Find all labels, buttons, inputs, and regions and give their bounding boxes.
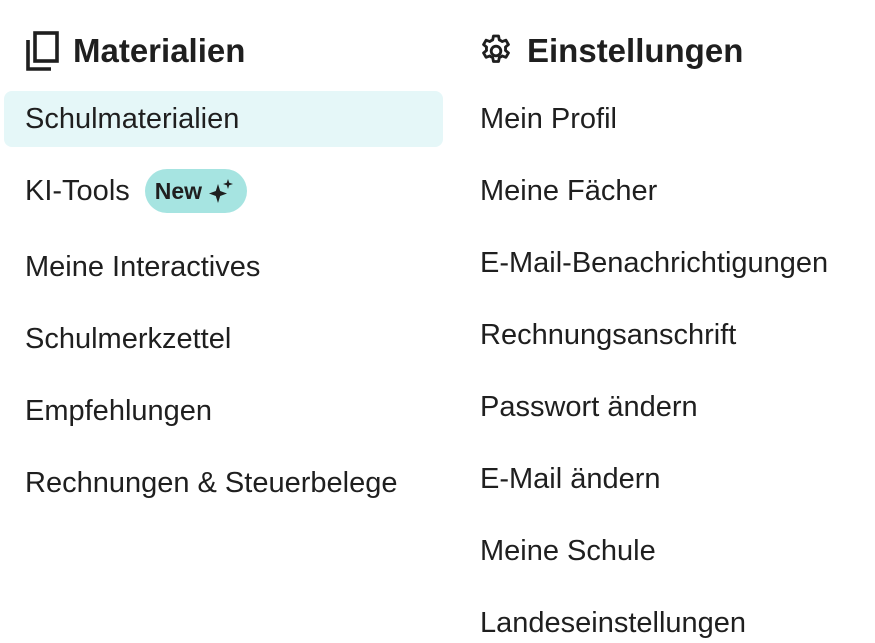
menu-item-label: Mein Profil [480, 102, 617, 135]
menu-item-label: E-Mail-Benachrichtigungen [480, 246, 829, 279]
account-menu: Materialien Schulmaterialien KI-Tools Ne… [0, 0, 875, 643]
menu-item-label: Passwort ändern [480, 390, 698, 423]
menu-item-label: Landeseinstellungen [480, 606, 747, 639]
menu-item-label: Rechnungsanschrift [480, 318, 737, 351]
menu-item-rechnungsanschrift[interactable]: Rechnungsanschrift [462, 307, 875, 363]
menu-item-schulmerkzettel[interactable]: Schulmerkzettel [4, 311, 443, 367]
menu-item-meine-faecher[interactable]: Meine Fächer [462, 163, 875, 219]
sparkle-icon [208, 178, 234, 204]
menu-item-meine-interactives[interactable]: Meine Interactives [4, 239, 443, 295]
menu-item-rechnungen-steuerbelege[interactable]: Rechnungen & Steuerbelege [4, 455, 443, 511]
gear-icon [478, 31, 514, 71]
menu-item-meine-schule[interactable]: Meine Schule [462, 523, 875, 579]
new-badge: New [144, 169, 248, 213]
menu-item-email-benachrichtigungen[interactable]: E-Mail-Benachrichtigungen [462, 235, 875, 291]
materials-heading: Materialien [24, 28, 245, 74]
menu-item-label: Rechnungen & Steuerbelege [25, 466, 398, 499]
menu-item-label: KI-Tools [25, 174, 130, 207]
menu-item-landeseinstellungen[interactable]: Landeseinstellungen [462, 595, 875, 643]
menu-item-passwort-aendern[interactable]: Passwort ändern [462, 379, 875, 435]
menu-item-label: Schulmerkzettel [25, 322, 232, 355]
menu-item-ki-tools[interactable]: KI-Tools New [4, 163, 443, 219]
menu-item-email-aendern[interactable]: E-Mail ändern [462, 451, 875, 507]
menu-item-empfehlungen[interactable]: Empfehlungen [4, 383, 443, 439]
copy-pages-icon [24, 31, 60, 71]
menu-item-label: E-Mail ändern [480, 462, 661, 495]
menu-item-label: Meine Schule [480, 534, 656, 567]
materials-title: Materialien [73, 32, 246, 69]
menu-item-schulmaterialien[interactable]: Schulmaterialien [4, 91, 443, 147]
menu-item-label: Meine Fächer [480, 174, 658, 207]
settings-title: Einstellungen [527, 32, 744, 69]
menu-item-label: Schulmaterialien [25, 102, 240, 135]
menu-item-label: Empfehlungen [25, 394, 213, 427]
settings-heading: Einstellungen [478, 28, 743, 74]
menu-item-mein-profil[interactable]: Mein Profil [462, 91, 875, 147]
menu-item-label: Meine Interactives [25, 250, 261, 283]
